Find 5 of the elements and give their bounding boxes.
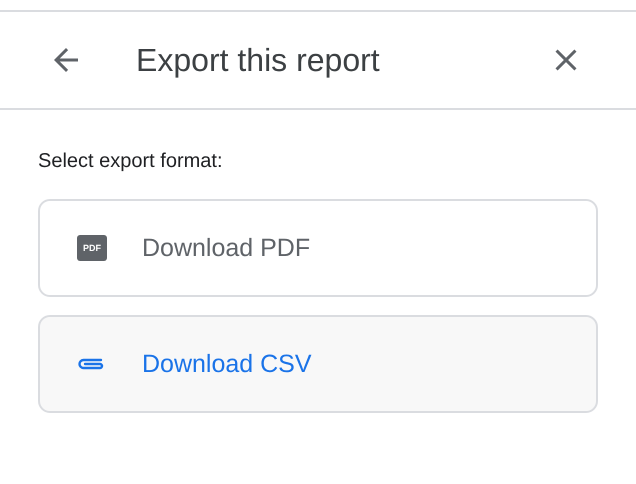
download-option[interactable]: Download CSV (38, 315, 598, 413)
pdf-icon: PDF (77, 235, 107, 261)
download-option[interactable]: PDF Download PDF (38, 199, 598, 297)
format-prompt: Select export format: (38, 150, 224, 173)
panel-title: Export this report (136, 42, 381, 78)
